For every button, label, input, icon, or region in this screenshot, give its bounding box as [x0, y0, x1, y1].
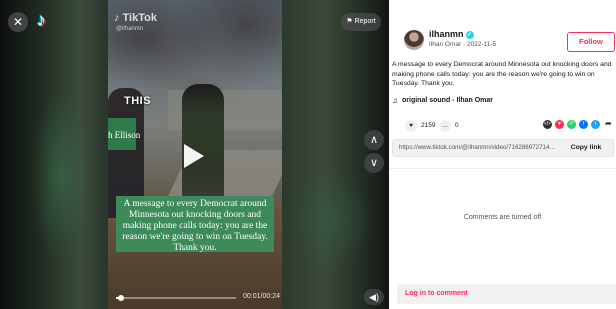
video-player[interactable]: h Ellison ♪ TikTok @ilhanmn THIS A messa… — [0, 0, 389, 309]
video-detail-panel: ilhanmn ✓ Ilhan Omar · 2022-11-5 Follow A… — [389, 0, 616, 309]
engagement-row: ♥ 2159 … 0 </> ▼ ✆ f t ➦ — [405, 119, 616, 134]
video-link-url[interactable]: https://www.tiktok.com/@ilhanmn/video/71… — [399, 144, 559, 151]
music-note-icon: ♫ — [392, 96, 398, 105]
comments-off-message: Comments are turned off — [463, 214, 542, 221]
twitter-icon[interactable]: t — [591, 120, 600, 129]
video-time: 00:01/00:24 — [243, 293, 280, 300]
watermark-logo-icon: ♪ — [114, 12, 120, 24]
video-caption: A message to every Democrat around Minne… — [116, 196, 274, 253]
blurred-background-left — [0, 0, 108, 309]
post-date: 2022-11-5 — [466, 41, 497, 48]
author-username[interactable]: ilhanmn ✓ — [429, 29, 474, 39]
login-to-comment-link[interactable]: Log in to comment — [405, 290, 468, 297]
overlay-word: THIS — [124, 95, 152, 107]
tiktok-logo-icon[interactable]: ♪ — [37, 10, 46, 31]
copy-link-button[interactable]: Copy link — [559, 140, 613, 156]
yard-sign-text: h Ellison — [108, 130, 141, 140]
flag-icon: ⚑ — [346, 18, 353, 25]
embed-icon[interactable]: </> — [543, 120, 552, 129]
post-description: A message to every Democrat around Minne… — [392, 61, 612, 87]
follow-button[interactable]: Follow — [567, 32, 615, 52]
play-icon[interactable] — [184, 144, 204, 168]
author-username-text[interactable]: ilhanmn — [429, 29, 464, 39]
login-to-comment-bar[interactable]: Log in to comment — [397, 284, 616, 304]
report-button[interactable]: ⚑ Report — [341, 13, 381, 31]
comment-icon[interactable]: … — [439, 120, 451, 132]
tiktok-watermark: ♪ TikTok — [114, 12, 157, 24]
comment-count: 0 — [455, 122, 459, 129]
share-arrow-icon[interactable]: ➦ — [605, 119, 612, 128]
author-display-name: Ilhan Omar — [429, 41, 462, 48]
sound-link[interactable]: ♫ original sound - Ilhan Omar — [392, 96, 493, 105]
video-link-box: https://www.tiktok.com/@ilhanmn/video/71… — [392, 139, 614, 157]
progress-handle[interactable] — [117, 295, 124, 301]
whatsapp-icon[interactable]: ✆ — [567, 120, 576, 129]
volume-button[interactable]: ◀) — [364, 289, 384, 305]
next-video-button[interactable]: ∨ — [364, 153, 384, 173]
watermark-username: @ilhanmn — [116, 26, 144, 32]
progress-bar[interactable] — [116, 295, 236, 301]
facebook-icon[interactable]: f — [579, 120, 588, 129]
divider — [389, 168, 616, 169]
verified-badge-icon: ✓ — [465, 31, 474, 39]
report-label: Report — [354, 18, 376, 25]
like-count: 2159 — [421, 122, 436, 129]
author-subline: Ilhan Omar · 2022-11-5 — [429, 41, 496, 48]
watermark-name: TikTok — [122, 12, 157, 24]
avatar[interactable] — [404, 30, 424, 50]
sound-title[interactable]: original sound - Ilhan Omar — [402, 97, 493, 104]
like-heart-icon[interactable]: ♥ — [405, 120, 417, 132]
close-button[interactable]: ✕ — [8, 12, 28, 32]
previous-video-button[interactable]: ∧ — [364, 130, 384, 150]
pocket-icon[interactable]: ▼ — [555, 120, 564, 129]
